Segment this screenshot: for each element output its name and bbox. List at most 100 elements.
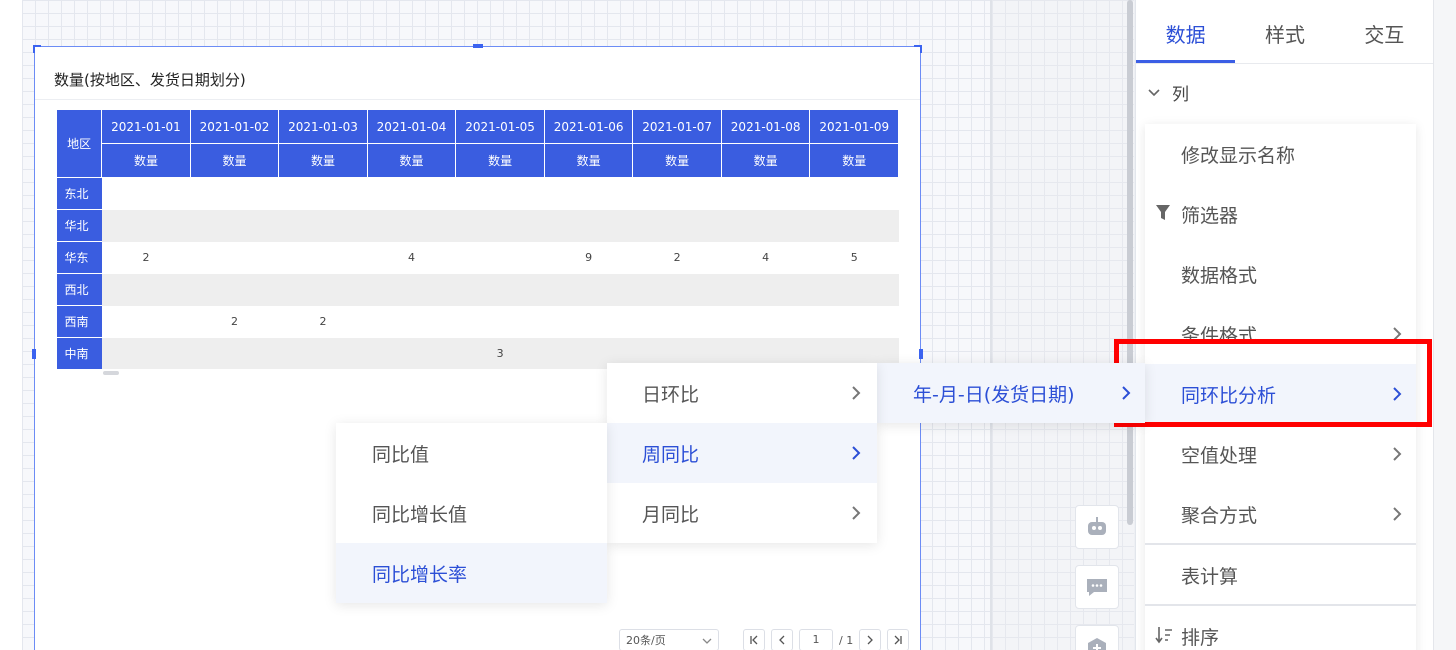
prev-page-button[interactable] <box>771 629 793 650</box>
submenu-item-compare-2[interactable]: 月同比 <box>607 483 877 543</box>
robot-icon <box>1088 517 1106 535</box>
row-header-region[interactable]: 地区 <box>56 109 103 178</box>
pivot-table: 地区 2021-01-01 2021-01-02 2021-01-03 2021-01-… <box>56 109 899 369</box>
menu-item-1[interactable]: 筛选器 <box>1145 184 1416 244</box>
column-header-date[interactable]: 2021-01-06 <box>543 109 634 144</box>
menu-divider <box>1145 604 1416 606</box>
table-cell <box>809 273 899 306</box>
chevron-right-icon <box>851 384 861 406</box>
menu-item-2[interactable]: 数据格式 <box>1145 244 1416 304</box>
page-size-label: 20条/页 <box>626 634 666 647</box>
table-row: 华东 2 4 9 2 4 5 <box>56 241 899 274</box>
column-header-measure[interactable]: 数量 <box>101 143 191 178</box>
resize-handle-left[interactable] <box>32 349 36 359</box>
row-header-cell[interactable]: 西南 <box>56 305 102 338</box>
menu-item-8[interactable]: 排序 <box>1145 606 1416 650</box>
page-number-input[interactable]: 1 <box>799 629 833 650</box>
resize-handle-right[interactable] <box>919 349 923 359</box>
table-cell: 3 <box>455 337 545 369</box>
column-header-date[interactable]: 2021-01-01 <box>101 109 191 144</box>
column-header-measure[interactable]: 数量 <box>632 143 722 178</box>
chevron-right-icon <box>1392 505 1402 527</box>
column-header-date[interactable]: 2021-01-05 <box>455 109 545 144</box>
submenu-comparison-type: 日环比 周同比月同比 <box>607 363 877 543</box>
submenu-item-compare-1[interactable]: 周同比 <box>607 423 877 483</box>
table-cell <box>809 209 899 242</box>
table-cell: 9 <box>585 251 593 264</box>
canvas-gutter <box>992 0 1134 650</box>
column-header-measure[interactable]: 数量 <box>455 143 545 178</box>
row-header-cell[interactable]: 中南 <box>56 337 102 369</box>
submenu-item-value-2[interactable]: 同比增长率 <box>336 543 607 603</box>
column-header-date[interactable]: 2021-01-03 <box>278 109 368 144</box>
panel-side-strip <box>1433 0 1456 650</box>
column-header-date[interactable]: 2021-01-02 <box>189 109 280 144</box>
table-cell: 4 <box>408 251 416 264</box>
menu-item-label: 表计算 <box>1181 565 1239 588</box>
last-page-button[interactable] <box>887 629 910 650</box>
table-cell <box>632 273 722 306</box>
table-scroll-thumb[interactable] <box>103 371 119 375</box>
menu-item-6[interactable]: 聚合方式 <box>1145 484 1416 544</box>
comment-button[interactable] <box>1075 565 1119 609</box>
submenu-item-value-1[interactable]: 同比增长值 <box>336 483 607 543</box>
column-header-date[interactable]: 2021-01-08 <box>720 109 811 144</box>
submenu-item-label: 同比增长值 <box>372 503 468 526</box>
page-size-select[interactable]: 20条/页 <box>619 629 719 650</box>
column-header-measure[interactable]: 数量 <box>809 143 899 178</box>
table-cell <box>278 337 368 369</box>
menu-item-7[interactable]: 表计算 <box>1145 545 1416 605</box>
next-page-button[interactable] <box>859 629 882 650</box>
menu-item-5[interactable]: 空值处理 <box>1145 424 1416 484</box>
canvas-scrollbar[interactable] <box>1127 0 1133 525</box>
tab-0[interactable]: 数据 <box>1136 8 1236 63</box>
column-header-measure[interactable]: 数量 <box>543 143 634 178</box>
title-divider <box>35 99 920 100</box>
submenu-item-compare-0[interactable]: 日环比 <box>607 363 877 423</box>
table-cell <box>810 178 899 210</box>
annotation-highlight-box <box>1114 339 1432 427</box>
table-row: 西北 <box>56 273 899 306</box>
menu-item-label: 聚合方式 <box>1181 504 1258 527</box>
table-cell <box>279 242 368 274</box>
table-cell <box>456 306 545 338</box>
row-header-cell[interactable]: 华北 <box>56 209 102 242</box>
column-header-measure[interactable]: 数量 <box>189 143 280 178</box>
submenu-item-label: 月同比 <box>642 503 700 526</box>
menu-item-0[interactable]: 修改显示名称 <box>1145 124 1416 184</box>
resize-corner-top-left[interactable] <box>33 45 41 53</box>
column-header-date[interactable]: 2021-01-07 <box>632 109 722 144</box>
column-header-measure[interactable]: 数量 <box>720 143 811 178</box>
tab-1[interactable]: 样式 <box>1235 8 1334 63</box>
row-header-cell[interactable]: 华东 <box>56 241 102 274</box>
panel-tabs: 数据 样式 交互 <box>1136 8 1434 64</box>
tab-2[interactable]: 交互 <box>1335 8 1434 63</box>
table-cell <box>102 178 191 210</box>
table-cell: 5 <box>850 251 858 264</box>
add-component-button[interactable] <box>1075 625 1119 650</box>
resize-handle-top[interactable] <box>473 44 483 48</box>
submenu-value-type: 同比值同比增长值同比增长率 <box>336 423 607 603</box>
chevron-right-icon <box>867 635 874 645</box>
chevron-down-icon <box>702 634 712 647</box>
table-cell <box>279 178 368 210</box>
column-header-date[interactable]: 2021-01-04 <box>366 109 457 144</box>
column-header-date[interactable]: 2021-01-09 <box>809 109 899 144</box>
row-header-cell[interactable]: 东北 <box>56 177 102 210</box>
resize-corner-top-right[interactable] <box>914 45 922 53</box>
submenu-date-field: 年-月-日(发货日期) <box>877 363 1145 423</box>
submenu-item-date-field[interactable]: 年-月-日(发货日期) <box>877 363 1145 423</box>
column-header-measure[interactable]: 数量 <box>278 143 368 178</box>
chevron-right-icon <box>1392 445 1402 467</box>
ai-assistant-button[interactable] <box>1075 505 1119 549</box>
submenu-item-value-0[interactable]: 同比值 <box>336 423 607 483</box>
table-cell <box>544 209 633 242</box>
column-header-measure[interactable]: 数量 <box>366 143 457 178</box>
table-cell <box>101 337 191 369</box>
first-page-button[interactable] <box>743 629 765 650</box>
section-columns[interactable]: 列 <box>1148 80 1189 105</box>
row-header-cell[interactable]: 西北 <box>56 273 102 306</box>
table-cell <box>632 209 722 242</box>
table-row: 华北 <box>56 209 899 242</box>
table-cell <box>190 337 279 369</box>
